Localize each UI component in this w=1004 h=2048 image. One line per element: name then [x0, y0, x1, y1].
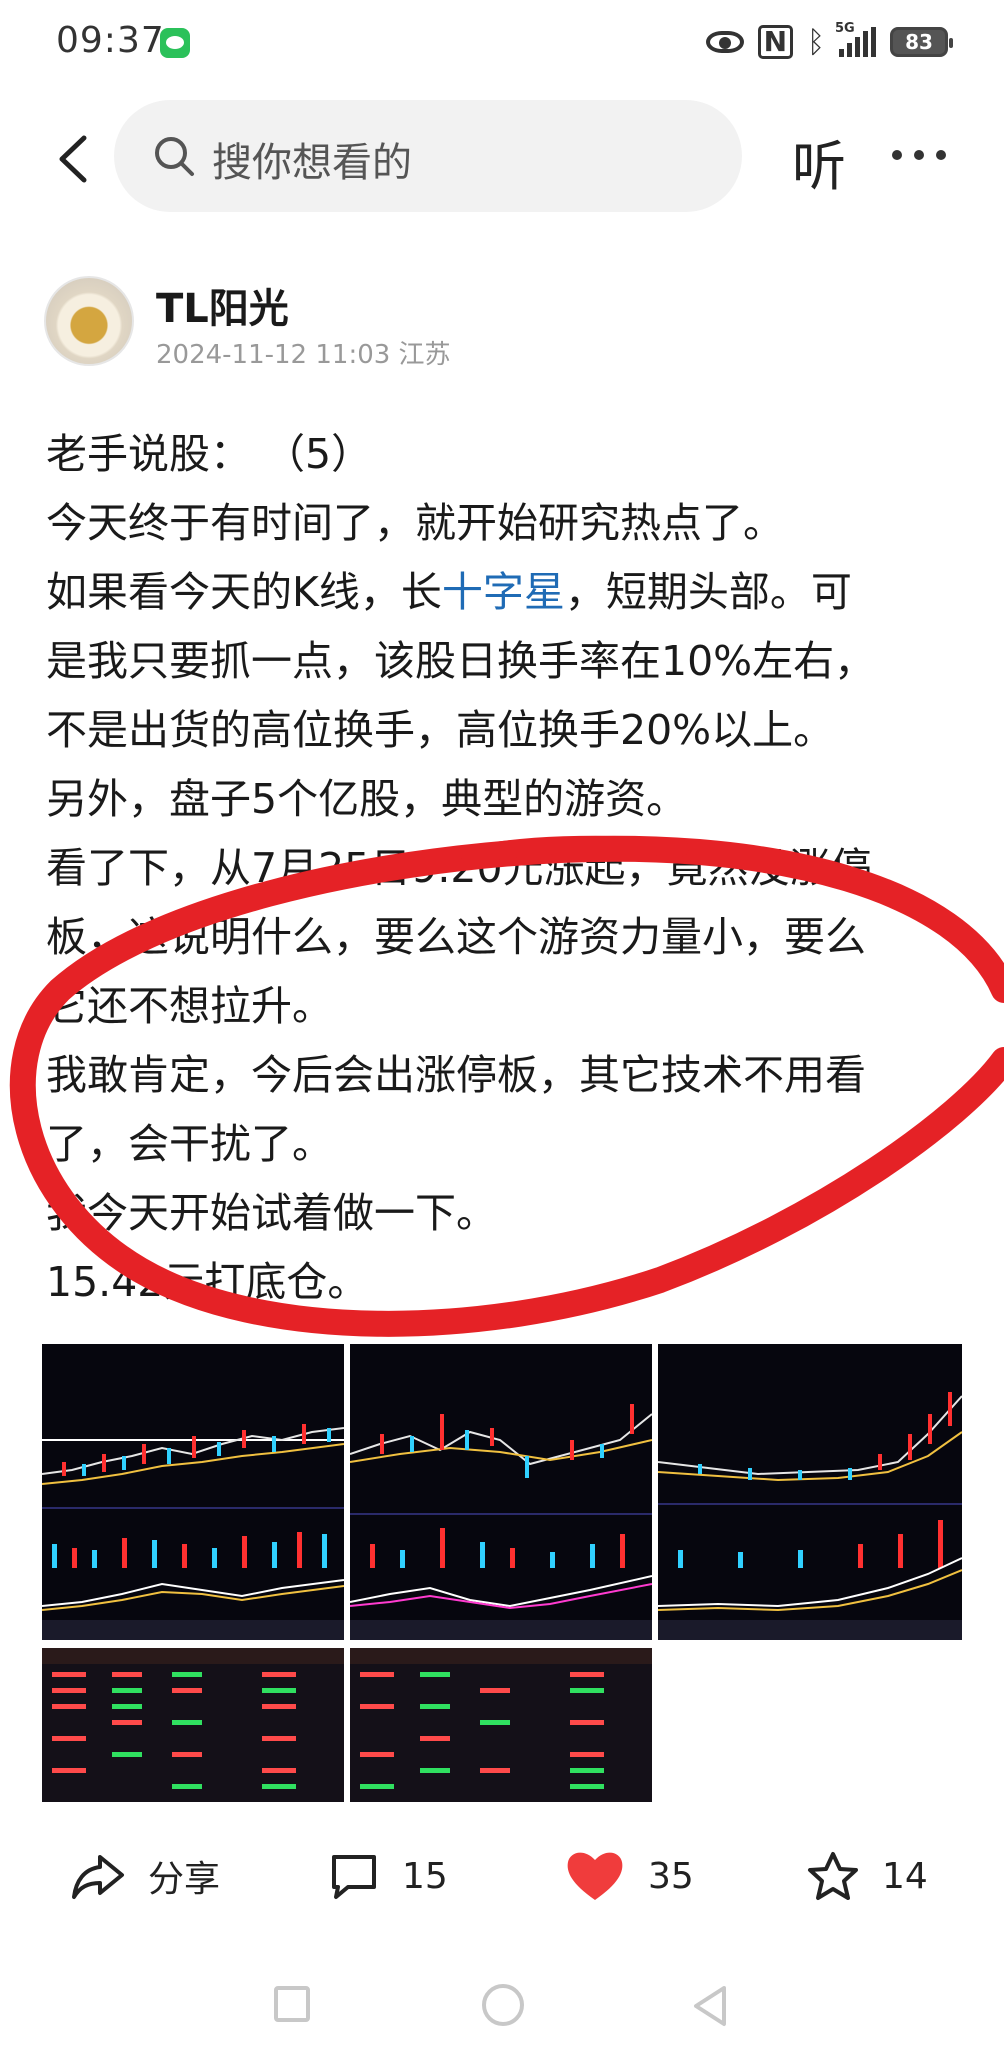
post-line: 板，这说明什么，要么这个游资力量小，要么 [46, 913, 866, 961]
post-image-kline-2[interactable] [350, 1344, 652, 1640]
share-button[interactable]: 分享 [70, 1836, 220, 1916]
chevron-left-icon[interactable] [52, 134, 102, 184]
post-image-quotes-1[interactable] [42, 1648, 344, 1802]
status-icons: N ᛒ 5G 83 [705, 21, 953, 62]
post-line: 今天终于有时间了，就开始研究热点了。 [46, 499, 784, 547]
post-line: 是我只要抓一点，该股日换手率在10%左右， [46, 637, 876, 685]
search-placeholder: 搜你想看的 [212, 140, 412, 186]
share-icon [72, 1855, 124, 1899]
post-meta: 2024-11-12 11:03 江苏 [156, 340, 451, 370]
post-line: 我敢肯定，今后会出涨停板，其它技术不用看 [46, 1051, 866, 1099]
avatar[interactable] [44, 276, 134, 366]
comment-icon [332, 1855, 376, 1899]
post-line: 它还不想拉升。 [46, 982, 333, 1030]
comment-button[interactable]: 15 [328, 1836, 448, 1916]
home-icon[interactable] [482, 1984, 524, 2026]
wechat-icon [160, 28, 190, 58]
post-line: 另外，盘子5个亿股，典型的游资。 [46, 775, 688, 823]
post-image-kline-1[interactable] [42, 1344, 344, 1640]
post-line: 了，会干扰了。 [46, 1120, 333, 1168]
post-image-kline-3[interactable] [658, 1344, 962, 1640]
favorite-count: 14 [882, 1855, 928, 1897]
search-icon [155, 137, 194, 176]
bluetooth-icon: ᛒ [807, 24, 825, 60]
more-dots-icon[interactable] [892, 150, 946, 160]
like-count: 35 [648, 1855, 694, 1897]
author-name[interactable]: TL阳光 [156, 276, 289, 334]
search-input[interactable]: 搜你想看的 [114, 100, 742, 212]
post-line: 15.42元打底仓。 [46, 1258, 369, 1306]
post-line: 看了下，从7月25日9.20元涨起，竟然没涨停 [46, 844, 872, 892]
post-line: 老手说股： （5） [46, 430, 373, 478]
post-line: 如果看今天的K线，长十字星，短期头部。可 [46, 568, 852, 616]
share-label: 分享 [148, 1859, 221, 1900]
favorite-button[interactable]: 14 [806, 1836, 928, 1916]
heart-icon [567, 1852, 623, 1900]
status-time: 09:37 [56, 20, 165, 61]
comment-count: 15 [402, 1855, 448, 1897]
topic-link[interactable]: 十字星 [442, 568, 565, 616]
signal-icon: 5G [835, 21, 876, 57]
post-line: 我今天开始试着做一下。 [46, 1189, 497, 1237]
system-nav-bar [0, 1984, 1004, 2048]
like-button[interactable]: 35 [564, 1836, 694, 1916]
post-image-quotes-2[interactable] [350, 1648, 652, 1802]
eye-icon [705, 31, 744, 53]
listen-button[interactable]: 听 [792, 122, 846, 201]
recent-apps-icon[interactable] [274, 1986, 310, 2022]
post-body: 老手说股： （5） 今天终于有时间了，就开始研究热点了。 如果看今天的K线，长十… [46, 420, 966, 1317]
post-line: 不是出货的高位换手，高位换手20%以上。 [46, 706, 835, 754]
action-bar: 分享 15 35 14 [0, 1836, 1004, 1916]
star-icon [808, 1852, 858, 1900]
nfc-icon: N [757, 25, 793, 59]
system-back-icon[interactable] [690, 1984, 730, 2028]
battery-icon: 83 [890, 27, 953, 57]
status-bar: 09:37 N ᛒ 5G 83 [0, 0, 1004, 86]
network-tag: 5G [835, 21, 855, 36]
top-nav: 搜你想看的 听 [0, 100, 1004, 220]
